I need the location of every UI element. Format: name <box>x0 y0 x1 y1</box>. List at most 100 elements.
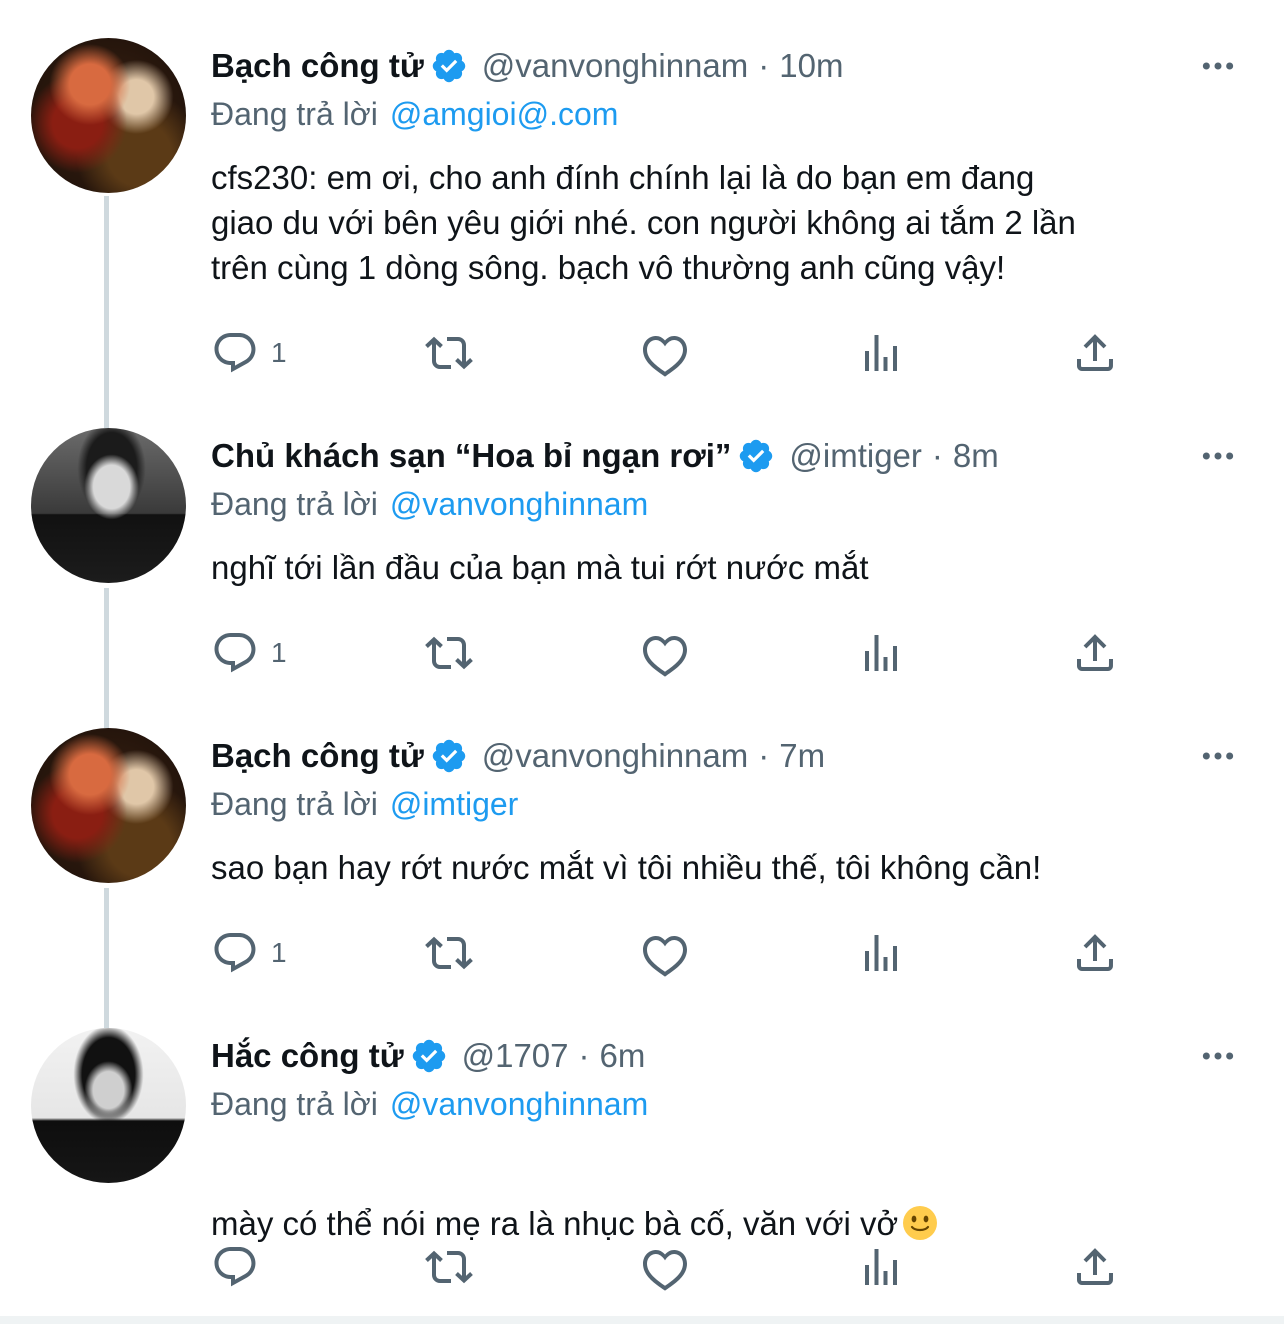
separator: · <box>931 437 943 474</box>
share-icon <box>1071 929 1119 977</box>
thread-connector-line <box>104 420 109 428</box>
slightly-smiling-face-emoji <box>902 1205 938 1241</box>
tweet[interactable]: Hắc công tử @1707 · 6m Đang trả lời @vanv… <box>0 1020 1284 1316</box>
reply-button[interactable] <box>211 1242 259 1292</box>
more-options-button[interactable] <box>1198 736 1238 776</box>
more-options-icon <box>1198 46 1238 86</box>
like-button[interactable] <box>641 928 689 978</box>
user-handle[interactable]: @vanvonghinnam <box>482 47 749 85</box>
reply-button[interactable]: 1 <box>211 328 287 378</box>
avatar[interactable] <box>31 428 186 583</box>
share-icon <box>1071 629 1119 677</box>
avatar[interactable] <box>31 1028 186 1183</box>
share-button[interactable] <box>1071 928 1119 978</box>
more-options-icon <box>1198 1036 1238 1076</box>
retweet-button[interactable] <box>425 928 473 978</box>
more-options-icon <box>1198 436 1238 476</box>
tweet-header: Hắc công tử @1707 · 6m <box>211 1036 1284 1076</box>
retweet-button[interactable] <box>425 1242 473 1292</box>
views-button[interactable] <box>857 1242 905 1292</box>
share-icon <box>1071 1243 1119 1291</box>
share-button[interactable] <box>1071 628 1119 678</box>
retweet-icon <box>425 329 473 377</box>
user-handle[interactable]: @1707 <box>462 1037 569 1075</box>
share-button[interactable] <box>1071 1242 1119 1292</box>
tweet-text: mày có thể nói mẹ ra là nhục bà cố, văn … <box>211 1205 899 1242</box>
like-button[interactable] <box>641 1242 689 1292</box>
like-icon <box>641 929 689 977</box>
share-button[interactable] <box>1071 328 1119 378</box>
verified-badge-icon <box>430 47 468 85</box>
views-icon <box>857 929 905 977</box>
views-icon <box>857 329 905 377</box>
timestamp[interactable]: 7m <box>779 737 825 775</box>
reply-count: 1 <box>271 637 287 668</box>
tweet[interactable]: Bạch công tử @vanvonghinnam · 10m Đang t… <box>0 0 1284 420</box>
avatar[interactable] <box>31 38 186 193</box>
timestamp[interactable]: 6m <box>600 1037 646 1075</box>
replying-to: Đang trả lời @imtiger <box>211 786 518 823</box>
reply-mention-link[interactable]: @vanvonghinnam <box>390 1086 648 1122</box>
like-button[interactable] <box>641 328 689 378</box>
display-name[interactable]: Chủ khách sạn “Hoa bỉ ngạn rơi” <box>211 437 731 475</box>
views-button[interactable] <box>857 928 905 978</box>
replying-to: Đang trả lời @vanvonghinnam <box>211 486 648 523</box>
display-name[interactable]: Bạch công tử <box>211 47 424 85</box>
tweet-text: sao bạn hay rớt nước mắt vì tôi nhiều th… <box>211 849 1042 886</box>
retweet-button[interactable] <box>425 628 473 678</box>
replying-prefix: Đang trả lời <box>211 486 378 522</box>
reply-count: 1 <box>271 337 287 368</box>
replying-prefix: Đang trả lời <box>211 1086 378 1122</box>
more-options-button[interactable] <box>1198 46 1238 86</box>
display-name[interactable]: Hắc công tử <box>211 1037 404 1075</box>
user-handle[interactable]: @vanvonghinnam <box>482 737 749 775</box>
reply-icon <box>211 1243 259 1291</box>
verified-badge-icon <box>410 1037 448 1075</box>
reply-mention-link[interactable]: @imtiger <box>390 786 519 822</box>
views-button[interactable] <box>857 628 905 678</box>
thread-connector-line <box>104 196 109 420</box>
views-icon <box>857 1243 905 1291</box>
thread-connector-line <box>104 720 109 728</box>
tweet-header: Bạch công tử @vanvonghinnam · 10m <box>211 46 1284 86</box>
verified-badge-icon <box>737 437 775 475</box>
bottom-divider <box>0 1316 1284 1324</box>
views-button[interactable] <box>857 328 905 378</box>
reply-button[interactable]: 1 <box>211 628 287 678</box>
reply-icon <box>211 929 259 977</box>
reply-count: 1 <box>271 937 287 968</box>
tweet-text: cfs230: em ơi, cho anh đính chính lại là… <box>211 159 1076 286</box>
retweet-icon <box>425 929 473 977</box>
reply-button[interactable]: 1 <box>211 928 287 978</box>
timestamp[interactable]: 8m <box>953 437 999 475</box>
more-options-icon <box>1198 736 1238 776</box>
separator: · <box>578 1037 590 1074</box>
thread-connector-line <box>104 588 109 720</box>
like-button[interactable] <box>641 628 689 678</box>
tweet-text-container: mày có thể nói mẹ ra là nhục bà cố, văn … <box>211 1156 1251 1246</box>
share-icon <box>1071 329 1119 377</box>
tweet-text: nghĩ tới lần đầu của bạn mà tui rớt nước… <box>211 549 869 586</box>
avatar[interactable] <box>31 728 186 883</box>
tweet-actions <box>211 1242 1131 1292</box>
tweet[interactable]: Chủ khách sạn “Hoa bỉ ngạn rơi” @imtiger… <box>0 420 1284 720</box>
tweet-actions: 1 <box>211 628 1131 678</box>
like-icon <box>641 629 689 677</box>
retweet-icon <box>425 629 473 677</box>
reply-mention-link[interactable]: @amgioi@.com <box>390 96 619 132</box>
separator: · <box>758 737 770 774</box>
more-options-button[interactable] <box>1198 1036 1238 1076</box>
user-handle[interactable]: @imtiger <box>789 437 922 475</box>
like-icon <box>641 1243 689 1291</box>
more-options-button[interactable] <box>1198 436 1238 476</box>
timestamp[interactable]: 10m <box>779 47 843 85</box>
retweet-button[interactable] <box>425 328 473 378</box>
tweet[interactable]: Bạch công tử @vanvonghinnam · 7m Đang tr… <box>0 720 1284 1020</box>
reply-mention-link[interactable]: @vanvonghinnam <box>390 486 648 522</box>
like-icon <box>641 329 689 377</box>
replying-to: Đang trả lời @amgioi@.com <box>211 96 618 133</box>
replying-to: Đang trả lời @vanvonghinnam <box>211 1086 648 1123</box>
verified-badge-icon <box>430 737 468 775</box>
display-name[interactable]: Bạch công tử <box>211 737 424 775</box>
tweet-actions: 1 <box>211 928 1131 978</box>
